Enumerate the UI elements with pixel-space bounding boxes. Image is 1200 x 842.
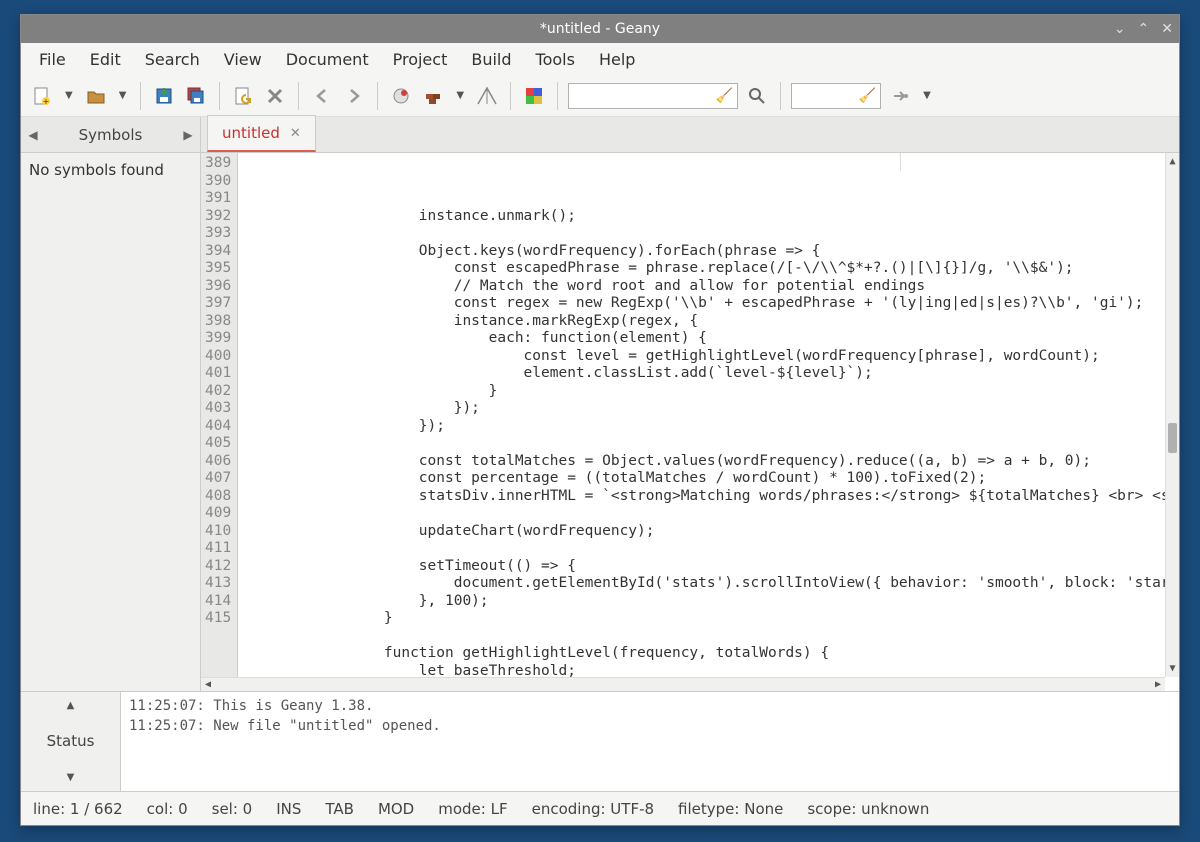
status-encoding: encoding: UTF-8	[532, 800, 654, 818]
menu-edit[interactable]: Edit	[80, 46, 131, 73]
scroll-right-icon[interactable]: ▶	[1151, 678, 1165, 691]
close-file-icon[interactable]	[262, 83, 288, 109]
msg-tab-status[interactable]: Status	[31, 726, 111, 756]
editor-tabstrip: untitled ✕	[201, 117, 1179, 153]
svg-text:+: +	[43, 97, 50, 106]
line-number-gutter: 3893903913923933943953963973983994004014…	[201, 153, 238, 691]
open-file-icon[interactable]	[83, 83, 109, 109]
main-area: ◀ Symbols ▶ No symbols found untitled ✕ …	[21, 117, 1179, 691]
search-button[interactable]	[744, 83, 770, 109]
sidebar: ◀ Symbols ▶ No symbols found	[21, 117, 201, 691]
menu-tools[interactable]: Tools	[526, 46, 585, 73]
build-icon[interactable]	[420, 83, 446, 109]
menu-help[interactable]: Help	[589, 46, 645, 73]
scroll-up-icon[interactable]: ▲	[1166, 153, 1179, 171]
sidebar-body: No symbols found	[21, 153, 200, 691]
long-line-marker	[900, 153, 901, 171]
menu-document[interactable]: Document	[276, 46, 379, 73]
scroll-left-icon[interactable]: ◀	[201, 678, 215, 691]
search-input[interactable]: 🧹	[568, 83, 738, 109]
window-title: *untitled - Geany	[540, 21, 660, 37]
tab-close-icon[interactable]: ✕	[290, 126, 301, 141]
maximize-icon[interactable]: ⌃	[1138, 21, 1150, 37]
forward-icon[interactable]	[341, 83, 367, 109]
status-line: line: 1 / 662	[33, 800, 123, 818]
scroll-thumb[interactable]	[1168, 423, 1177, 453]
status-filetype: filetype: None	[678, 800, 783, 818]
save-icon[interactable]	[151, 83, 177, 109]
vertical-scrollbar[interactable]: ▲ ▼	[1165, 153, 1179, 677]
reload-icon[interactable]	[230, 83, 256, 109]
status-tab: TAB	[325, 800, 354, 818]
toolbar-overflow-icon[interactable]: ▼	[919, 90, 935, 101]
msg-tab-up-icon[interactable]: ▲	[67, 700, 75, 711]
menu-search[interactable]: Search	[135, 46, 210, 73]
menu-file[interactable]: File	[29, 46, 76, 73]
menu-build[interactable]: Build	[461, 46, 521, 73]
editor-tab-label: untitled	[222, 124, 280, 142]
status-sel: sel: 0	[212, 800, 253, 818]
code-editor[interactable]: 3893903913923933943953963973983994004014…	[201, 153, 1179, 691]
jump-icon[interactable]	[887, 83, 913, 109]
status-ins: INS	[276, 800, 301, 818]
msg-tab-down-icon[interactable]: ▼	[67, 772, 75, 783]
color-chooser-icon[interactable]	[521, 83, 547, 109]
open-dropdown-icon[interactable]: ▼	[115, 90, 131, 101]
status-mod: MOD	[378, 800, 414, 818]
clear-search-icon[interactable]: 🧹	[716, 88, 733, 104]
run-icon[interactable]	[474, 83, 500, 109]
minimize-icon[interactable]: ⌄	[1114, 21, 1126, 37]
clear-goto-icon[interactable]: 🧹	[859, 88, 876, 104]
menu-view[interactable]: View	[214, 46, 272, 73]
close-window-icon[interactable]: ✕	[1161, 21, 1173, 37]
new-file-icon[interactable]: +	[29, 83, 55, 109]
message-body: 11:25:07: This is Geany 1.38.11:25:07: N…	[121, 692, 1179, 791]
editor-tab-untitled[interactable]: untitled ✕	[207, 115, 316, 152]
status-scope: scope: unknown	[807, 800, 929, 818]
compile-icon[interactable]	[388, 83, 414, 109]
toolbar: + ▼ ▼ ▼ 🧹 🧹 ▼	[21, 75, 1179, 117]
sidebar-tab-next-icon[interactable]: ▶	[176, 128, 200, 142]
goto-line-input[interactable]: 🧹	[791, 83, 881, 109]
message-panel: ▲ Status ▼ 11:25:07: This is Geany 1.38.…	[21, 691, 1179, 791]
scroll-down-icon[interactable]: ▼	[1166, 660, 1179, 678]
sidebar-tab-prev-icon[interactable]: ◀	[21, 128, 45, 142]
menubar: File Edit Search View Document Project B…	[21, 43, 1179, 75]
titlebar[interactable]: *untitled - Geany ⌄ ⌃ ✕	[21, 15, 1179, 43]
editor-area: untitled ✕ 38939039139239339439539639739…	[201, 117, 1179, 691]
statusbar: line: 1 / 662 col: 0 sel: 0 INS TAB MOD …	[21, 791, 1179, 825]
build-dropdown-icon[interactable]: ▼	[452, 90, 468, 101]
status-col: col: 0	[147, 800, 188, 818]
new-dropdown-icon[interactable]: ▼	[61, 90, 77, 101]
menu-project[interactable]: Project	[383, 46, 458, 73]
status-mode: mode: LF	[438, 800, 507, 818]
horizontal-scrollbar[interactable]: ◀ ▶	[201, 677, 1165, 691]
app-window: *untitled - Geany ⌄ ⌃ ✕ File Edit Search…	[20, 14, 1180, 826]
code-content[interactable]: instance.unmark(); Object.keys(wordFrequ…	[238, 153, 1179, 691]
back-icon[interactable]	[309, 83, 335, 109]
sidebar-tab-symbols[interactable]: Symbols	[45, 118, 176, 152]
save-all-icon[interactable]	[183, 83, 209, 109]
